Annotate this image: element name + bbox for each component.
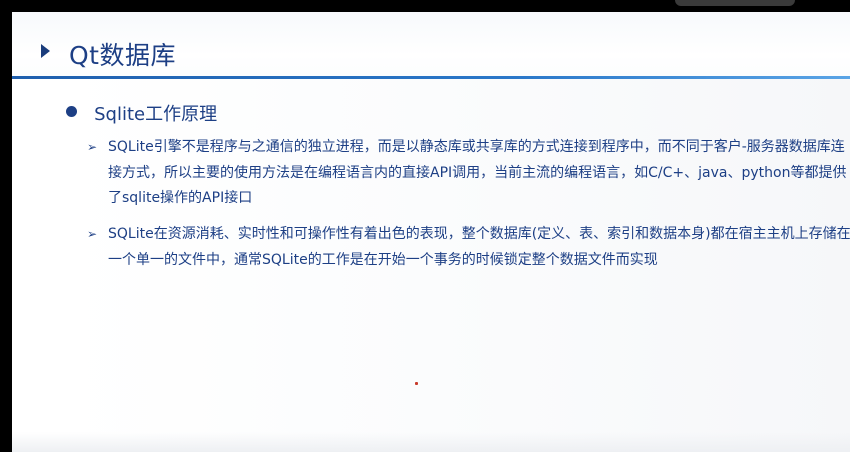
- slide-title-bar: Qt数据库: [12, 12, 850, 84]
- screen-frame: Qt数据库 Sqlite工作原理 ➢ SQLite引擎不是程序与之通信的独立进程…: [0, 0, 850, 452]
- title-arrow-icon: [41, 44, 50, 58]
- slide-title: Qt数据库: [69, 41, 176, 70]
- bullet-dot-icon: [66, 105, 77, 117]
- sub-bullet-item: ➢ SQLite引擎不是程序与之通信的独立进程，而是以静态库或共享库的方式连接到…: [87, 135, 850, 212]
- presentation-slide: Qt数据库 Sqlite工作原理 ➢ SQLite引擎不是程序与之通信的独立进程…: [12, 12, 850, 452]
- bullet-heading: Sqlite工作原理: [94, 104, 218, 125]
- sub-bullet-text: SQLite在资源消耗、实时性和可操作性有着出色的表现，整个数据库(定义、表、索…: [108, 226, 850, 268]
- bullet-heading-row: Sqlite工作原理: [66, 100, 217, 126]
- pointer-cursor-icon: [415, 382, 418, 385]
- arrow-bullet-icon: ➢: [87, 140, 98, 154]
- sub-bullet-item: ➢ SQLite在资源消耗、实时性和可操作性有着出色的表现，整个数据库(定义、表…: [87, 222, 850, 273]
- slide-bottom-shade: [12, 432, 850, 452]
- arrow-bullet-icon: ➢: [87, 227, 98, 241]
- sub-bullet-text: SQLite引擎不是程序与之通信的独立进程，而是以静态库或共享库的方式连接到程序…: [108, 139, 847, 206]
- top-ornament: [675, 0, 795, 6]
